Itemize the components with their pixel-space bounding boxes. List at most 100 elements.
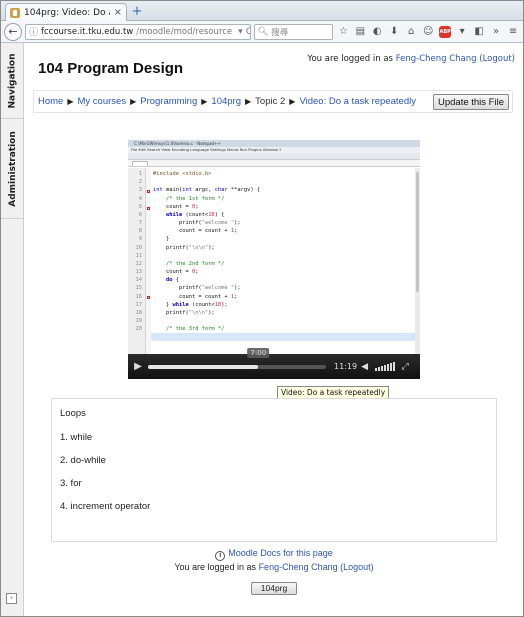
breadcrumb-separator: ▶ bbox=[130, 97, 137, 106]
current-line-highlight bbox=[151, 333, 420, 342]
user-profile-link[interactable]: Feng-Cheng Chang bbox=[396, 54, 477, 64]
line-number: 1 bbox=[138, 171, 142, 177]
breadcrumb-current-video[interactable]: Video: Do a task repeatedly bbox=[299, 96, 416, 107]
volume-icon[interactable]: ◀ bbox=[361, 362, 371, 372]
line-number: 8 bbox=[138, 228, 142, 235]
resource-description: Loops 1. while 2. do-while 3. for 4. inc… bbox=[51, 398, 497, 542]
moodle-docs-footer: i Moodle Docs for this page bbox=[25, 548, 523, 561]
overflow-menu-icon[interactable]: » bbox=[489, 24, 503, 40]
tab-title: 104prg: Video: Do a t... bbox=[24, 7, 110, 18]
breadcrumb-home[interactable]: Home bbox=[38, 96, 63, 107]
fullscreen-icon[interactable]: ⤢ bbox=[399, 362, 411, 372]
list-item: 1. while bbox=[60, 432, 93, 443]
course-heading: 104 Program Design bbox=[38, 60, 184, 77]
breadcrumb-programming[interactable]: Programming bbox=[140, 96, 197, 107]
url-path: /moodle/mod/resource bbox=[136, 26, 233, 37]
moodle-favicon-icon bbox=[10, 7, 20, 18]
user-profile-link[interactable]: Feng-Cheng Chang bbox=[259, 562, 338, 572]
ide-scrollbar bbox=[415, 168, 420, 354]
block-dock: Navigation Administration › bbox=[1, 43, 24, 616]
adblock-icon[interactable]: ABP bbox=[439, 25, 452, 38]
home-icon[interactable]: ⌂ bbox=[404, 24, 418, 40]
info-icon: i bbox=[215, 551, 226, 561]
login-info-top: You are logged in as Feng-Cheng Chang (L… bbox=[307, 54, 515, 64]
update-file-button[interactable]: Update this File bbox=[432, 94, 509, 110]
line-number: 5 bbox=[138, 203, 142, 210]
breadcrumb-separator: ▶ bbox=[201, 97, 208, 106]
hamburger-menu-icon[interactable]: ≡ bbox=[506, 24, 520, 40]
browser-tab[interactable]: 104prg: Video: Do a t... × bbox=[5, 3, 127, 21]
bookmark-star-icon[interactable]: ☆ bbox=[336, 24, 350, 40]
line-number: 14 bbox=[135, 277, 143, 284]
video-duration: 11:19 bbox=[334, 362, 358, 371]
back-button[interactable]: ← bbox=[4, 22, 22, 41]
tab-close-icon[interactable]: × bbox=[114, 7, 122, 18]
breadcrumb: Home ▶ My courses ▶ Programming ▶ 104prg… bbox=[33, 90, 513, 113]
seek-progress bbox=[148, 364, 259, 369]
breadcrumb-separator: ▶ bbox=[67, 97, 74, 106]
browser-toolbar: ← ⓘ fccourse.it.tku.edu.tw/moodle/mod/re… bbox=[1, 21, 523, 43]
list-item: 2. do-while bbox=[60, 455, 106, 466]
addon-dropdown-icon[interactable]: ▾ bbox=[455, 24, 469, 40]
dock-navigation[interactable]: Navigation bbox=[1, 43, 24, 119]
line-number: 20 bbox=[135, 326, 143, 333]
line-number: 9 bbox=[138, 236, 142, 243]
sidebar-icon[interactable]: ◧ bbox=[472, 24, 486, 40]
code-view: #include <stdio.h> int main(int argc, ch… bbox=[151, 168, 420, 354]
search-bar[interactable]: 🔍︎ 搜尋 bbox=[253, 23, 334, 40]
login-prefix: You are logged in as bbox=[174, 562, 259, 572]
list-item: 3. for bbox=[60, 478, 82, 489]
line-number: 11 bbox=[135, 252, 143, 259]
breadcrumb-separator: ▶ bbox=[289, 97, 296, 106]
ide-title: C:\MinGW\msys\1.0\home\a.c - Notepad++ bbox=[128, 140, 420, 147]
breadcrumb-separator: ▶ bbox=[245, 97, 252, 106]
list-item: 4. increment operator bbox=[60, 501, 151, 512]
breadcrumb-course[interactable]: 104prg bbox=[211, 96, 241, 107]
address-bar[interactable]: ⓘ fccourse.it.tku.edu.tw/moodle/mod/reso… bbox=[24, 23, 251, 40]
back-arrow-icon: ← bbox=[8, 25, 18, 38]
line-number: 19 bbox=[135, 318, 143, 325]
ide-file-tab bbox=[128, 160, 420, 167]
seek-time-tooltip: 7:00 bbox=[247, 347, 270, 358]
line-number: 18 bbox=[135, 309, 143, 316]
page-content: You are logged in as Feng-Cheng Chang (L… bbox=[25, 44, 523, 616]
dropdown-arrow-icon[interactable]: ▾ bbox=[238, 27, 243, 37]
seek-bar[interactable]: 7:00 bbox=[148, 347, 326, 369]
login-info-bottom: You are logged in as Feng-Cheng Chang (L… bbox=[25, 562, 523, 572]
dock-expand-icon[interactable]: › bbox=[6, 593, 17, 604]
moodle-docs-link[interactable]: Moodle Docs for this page bbox=[228, 548, 333, 558]
new-tab-button[interactable]: + bbox=[129, 4, 145, 19]
browser-window: 104prg: Video: Do a t... × + ← ⓘ fccours… bbox=[0, 0, 524, 617]
video-controls: ▶ 7:00 11:19 ◀ ⤢ bbox=[128, 347, 420, 379]
download-icon[interactable]: ⬇ bbox=[387, 24, 401, 40]
logout-link[interactable]: (Logout) bbox=[340, 562, 374, 572]
video-player[interactable]: C:\MinGW\msys\1.0\home\a.c - Notepad++ F… bbox=[128, 140, 420, 379]
volume-slider[interactable] bbox=[375, 362, 396, 371]
tab-bar: 104prg: Video: Do a t... × + bbox=[1, 1, 523, 21]
ide-editor: 1 2 3 4 5 6 7 8 9 10 11 12 13 14 15 16 17 18 19 20 #include… bbox=[128, 168, 420, 354]
reload-icon[interactable]: C bbox=[246, 27, 250, 37]
logout-link[interactable]: (Logout) bbox=[479, 54, 515, 64]
dock-administration[interactable]: Administration bbox=[1, 119, 24, 219]
dock-administration-label: Administration bbox=[7, 130, 18, 207]
reading-list-icon[interactable]: ▤ bbox=[353, 24, 367, 40]
line-number: 15 bbox=[135, 285, 143, 292]
breadcrumb-topic: Topic 2 bbox=[255, 96, 286, 107]
line-number: 3 bbox=[138, 187, 142, 194]
url-host: fccourse.it.tku.edu.tw bbox=[40, 26, 134, 37]
line-number: 6 bbox=[138, 211, 142, 218]
course-home-button[interactable]: 104prg bbox=[251, 582, 297, 595]
breadcrumb-my-courses[interactable]: My courses bbox=[78, 96, 127, 107]
chat-icon[interactable]: ☺ bbox=[421, 24, 435, 40]
line-number-gutter: 1 2 3 4 5 6 7 8 9 10 11 12 13 14 15 16 17 18 19 20 bbox=[128, 168, 146, 354]
login-prefix: You are logged in as bbox=[307, 54, 396, 64]
play-icon[interactable]: ▶ bbox=[132, 361, 144, 373]
line-number: 13 bbox=[135, 269, 143, 276]
line-number: 16 bbox=[135, 293, 143, 300]
video-frame: C:\MinGW\msys\1.0\home\a.c - Notepad++ F… bbox=[128, 140, 420, 354]
site-identity-icon: ⓘ bbox=[28, 28, 38, 38]
line-number: 4 bbox=[138, 195, 142, 202]
search-placeholder: 搜尋 bbox=[271, 27, 289, 38]
pocket-icon[interactable]: ◐ bbox=[370, 24, 384, 40]
line-number: 10 bbox=[135, 244, 143, 251]
